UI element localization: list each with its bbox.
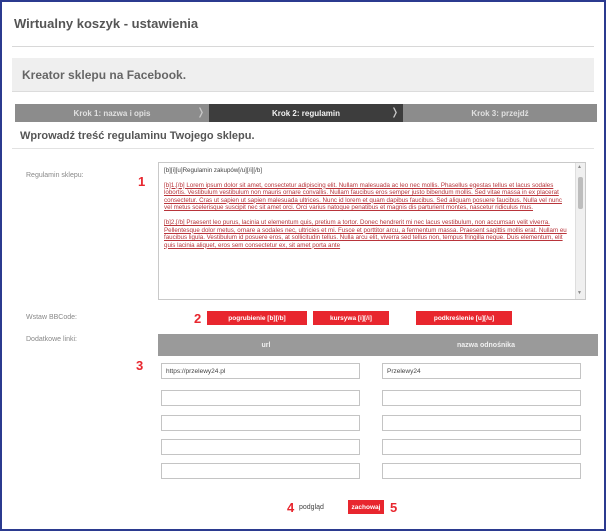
chevron-right-icon: ❭ — [390, 107, 399, 118]
url-column-header: url — [158, 334, 374, 356]
link-name-input[interactable] — [382, 390, 581, 406]
terms-line: [b][i][u]Regulamin zakupów[/u][/i][/b] — [164, 167, 263, 174]
scroll-down-icon[interactable]: ▼ — [577, 290, 582, 298]
window-frame: Wirtualny koszyk - ustawienia Kreator sk… — [0, 0, 606, 531]
step-3[interactable]: Krok 3: przejdź — [403, 104, 597, 122]
form-subtitle: Wprowadź treść regulaminu Twojego sklepu… — [20, 130, 255, 142]
scroll-thumb[interactable] — [578, 177, 583, 209]
url-input[interactable] — [161, 415, 360, 431]
link-name-input[interactable] — [382, 439, 581, 455]
terms-line: [b]1.[/b] Lorem ipsum dolor sit amet, co… — [164, 181, 562, 212]
scroll-up-icon[interactable]: ▲ — [577, 164, 582, 172]
annotation-5: 5 — [390, 500, 398, 515]
chevron-right-icon: ❭ — [196, 107, 205, 118]
annotation-3: 3 — [136, 358, 144, 373]
terms-line: [b]2.[/b] Praesent leo purus, lacinia ut… — [164, 218, 567, 249]
bold-button[interactable]: pogrubienie [b][/b] — [207, 311, 307, 325]
save-button[interactable]: zachowaj — [348, 500, 384, 514]
wizard-steps: Krok 1: nazwa i opis ❭ Krok 2: regulamin… — [15, 104, 597, 122]
title-divider — [12, 46, 594, 47]
annotation-2: 2 — [194, 311, 202, 326]
name-column-header: nazwa odnośnika — [374, 334, 598, 356]
window-title: Wirtualny koszyk - ustawienia — [14, 16, 199, 31]
annotation-4: 4 — [287, 500, 295, 515]
url-input[interactable]: https://przelewy24.pl — [161, 363, 360, 379]
url-input[interactable] — [161, 463, 360, 479]
underline-button[interactable]: podkreślenie [u][/u] — [416, 311, 512, 325]
preview-link[interactable]: podgląd — [299, 504, 324, 511]
italic-button[interactable]: kursywa [i][/i] — [313, 311, 389, 325]
step-1-label: Krok 1: nazwa i opis — [73, 108, 151, 118]
links-label: Dodatkowe linki: — [26, 336, 77, 343]
link-name-input[interactable]: Przelewy24 — [382, 363, 581, 379]
section-header: Kreator sklepu na Facebook. — [12, 58, 594, 92]
step-2-label: Krok 2: regulamin — [271, 108, 340, 118]
link-name-input[interactable] — [382, 415, 581, 431]
url-input[interactable] — [161, 439, 360, 455]
step-1[interactable]: Krok 1: nazwa i opis ❭ — [15, 104, 209, 122]
link-name-input[interactable] — [382, 463, 581, 479]
scrollbar[interactable]: ▲ ▼ — [575, 163, 585, 299]
annotation-1: 1 — [138, 174, 146, 189]
step-2[interactable]: Krok 2: regulamin ❭ — [209, 104, 403, 122]
section-title: Kreator sklepu na Facebook. — [22, 68, 187, 82]
step-3-label: Krok 3: przejdź — [471, 108, 529, 118]
terms-textarea[interactable]: [b][i][u]Regulamin zakupów[/u][/i][/b] [… — [158, 162, 586, 300]
url-input[interactable] — [161, 390, 360, 406]
bbcode-label: Wstaw BBCode: — [26, 314, 77, 321]
terms-label: Regulamin sklepu: — [26, 172, 84, 179]
